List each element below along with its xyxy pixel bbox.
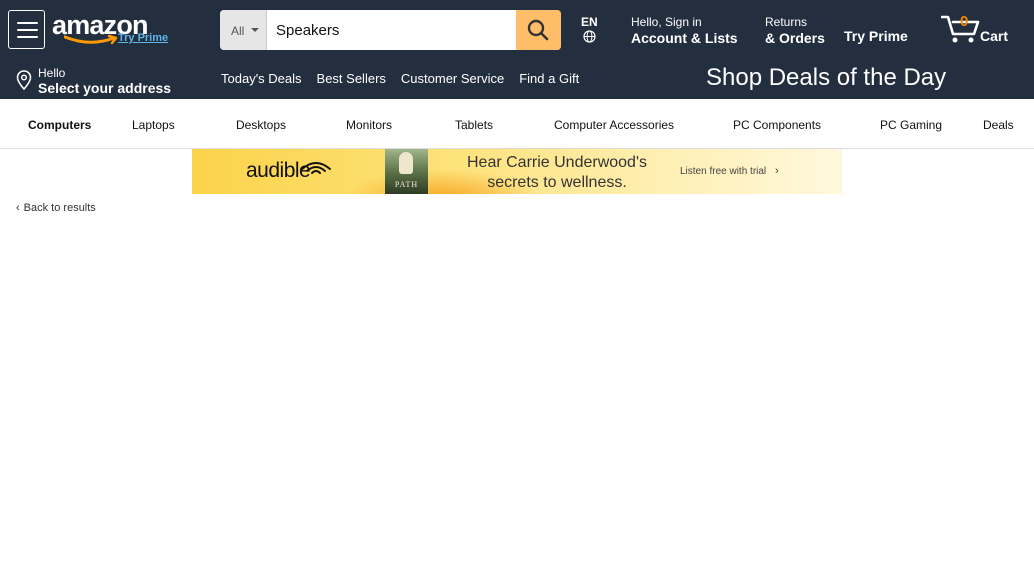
search-icon (527, 19, 549, 41)
location-pin-icon (16, 70, 32, 90)
book-cover-figure (399, 152, 413, 174)
back-to-results-link[interactable]: ‹ Back to results (16, 202, 96, 214)
category-computers[interactable]: Computers (28, 118, 91, 132)
ad-cta-label: Listen free with trial (680, 166, 767, 177)
category-deals[interactable]: Deals (983, 118, 1014, 132)
language-selector[interactable]: EN (581, 15, 601, 43)
nav-link-best-sellers[interactable]: Best Sellers (317, 71, 386, 86)
category-monitors[interactable]: Monitors (346, 118, 392, 132)
returns-label: Returns (765, 15, 808, 29)
globe-icon (583, 30, 596, 43)
subnav-links: Today's Deals Best Sellers Customer Servic… (221, 71, 594, 86)
address-label: Select your address (38, 80, 172, 96)
back-to-results-label: Back to results (23, 202, 96, 214)
department-label: All (231, 24, 245, 38)
top-header: amazon Try Prime All EN Hello, Sign in (0, 0, 1034, 60)
chevron-left-icon: ‹ (16, 202, 20, 214)
caret-down-icon (251, 28, 259, 32)
search-bar: All (220, 10, 561, 50)
category-computer-accessories[interactable]: Computer Accessories (554, 118, 674, 132)
cart-label: Cart (980, 28, 1009, 44)
account-greeting: Hello, Sign in (631, 15, 702, 29)
shop-deals-promo-link[interactable]: Shop Deals of the Day (706, 64, 946, 92)
account-lists-menu[interactable]: Hello, Sign in Account & Lists (631, 15, 738, 46)
category-desktops[interactable]: Desktops (236, 118, 286, 132)
cart-count: 0 (960, 13, 969, 30)
audible-waves-icon (301, 162, 331, 174)
smile-arrow-icon (64, 34, 118, 45)
returns-orders-link[interactable]: Returns & Orders (765, 15, 825, 46)
amazon-logo[interactable]: amazon Try Prime (52, 10, 170, 48)
category-nav: Computers Laptops Desktops Monitors Tabl… (0, 99, 1034, 149)
category-laptops[interactable]: Laptops (132, 118, 175, 132)
book-cover-title: PATH (394, 180, 419, 189)
try-prime-link[interactable]: Try Prime (118, 32, 168, 44)
category-pc-gaming[interactable]: PC Gaming (880, 118, 942, 132)
book-cover-image: PATH (385, 149, 428, 194)
language-code: EN (581, 15, 598, 29)
hamburger-menu-button[interactable] (8, 10, 45, 49)
try-prime-nav-link[interactable]: Try Prime (844, 28, 908, 44)
address-greeting: Hello (38, 66, 66, 80)
nav-link-todays-deals[interactable]: Today's Deals (221, 71, 302, 86)
orders-label: & Orders (765, 30, 825, 46)
ad-cta[interactable]: Listen free with trial › (680, 165, 779, 177)
menu-bar-icon (17, 36, 38, 38)
menu-bar-icon (17, 29, 38, 31)
chevron-right-icon: › (774, 165, 779, 177)
account-lists-label: Account & Lists (631, 30, 738, 46)
nav-link-customer-service[interactable]: Customer Service (401, 71, 504, 86)
audible-ad-banner[interactable]: audible PATH Hear Carrie Underwood's sec… (192, 149, 842, 194)
ad-headline: Hear Carrie Underwood's secrets to welln… (466, 154, 647, 191)
secondary-nav: Hello Select your address Today's Deals B… (0, 60, 1034, 99)
search-submit-button[interactable] (516, 10, 561, 50)
category-pc-components[interactable]: PC Components (733, 118, 821, 132)
search-department-select[interactable]: All (220, 10, 267, 50)
category-tablets[interactable]: Tablets (455, 118, 493, 132)
nav-link-find-a-gift[interactable]: Find a Gift (519, 71, 579, 86)
cart-button[interactable]: 0 Cart (941, 12, 1021, 46)
menu-bar-icon (17, 22, 38, 24)
search-input[interactable] (268, 10, 516, 50)
